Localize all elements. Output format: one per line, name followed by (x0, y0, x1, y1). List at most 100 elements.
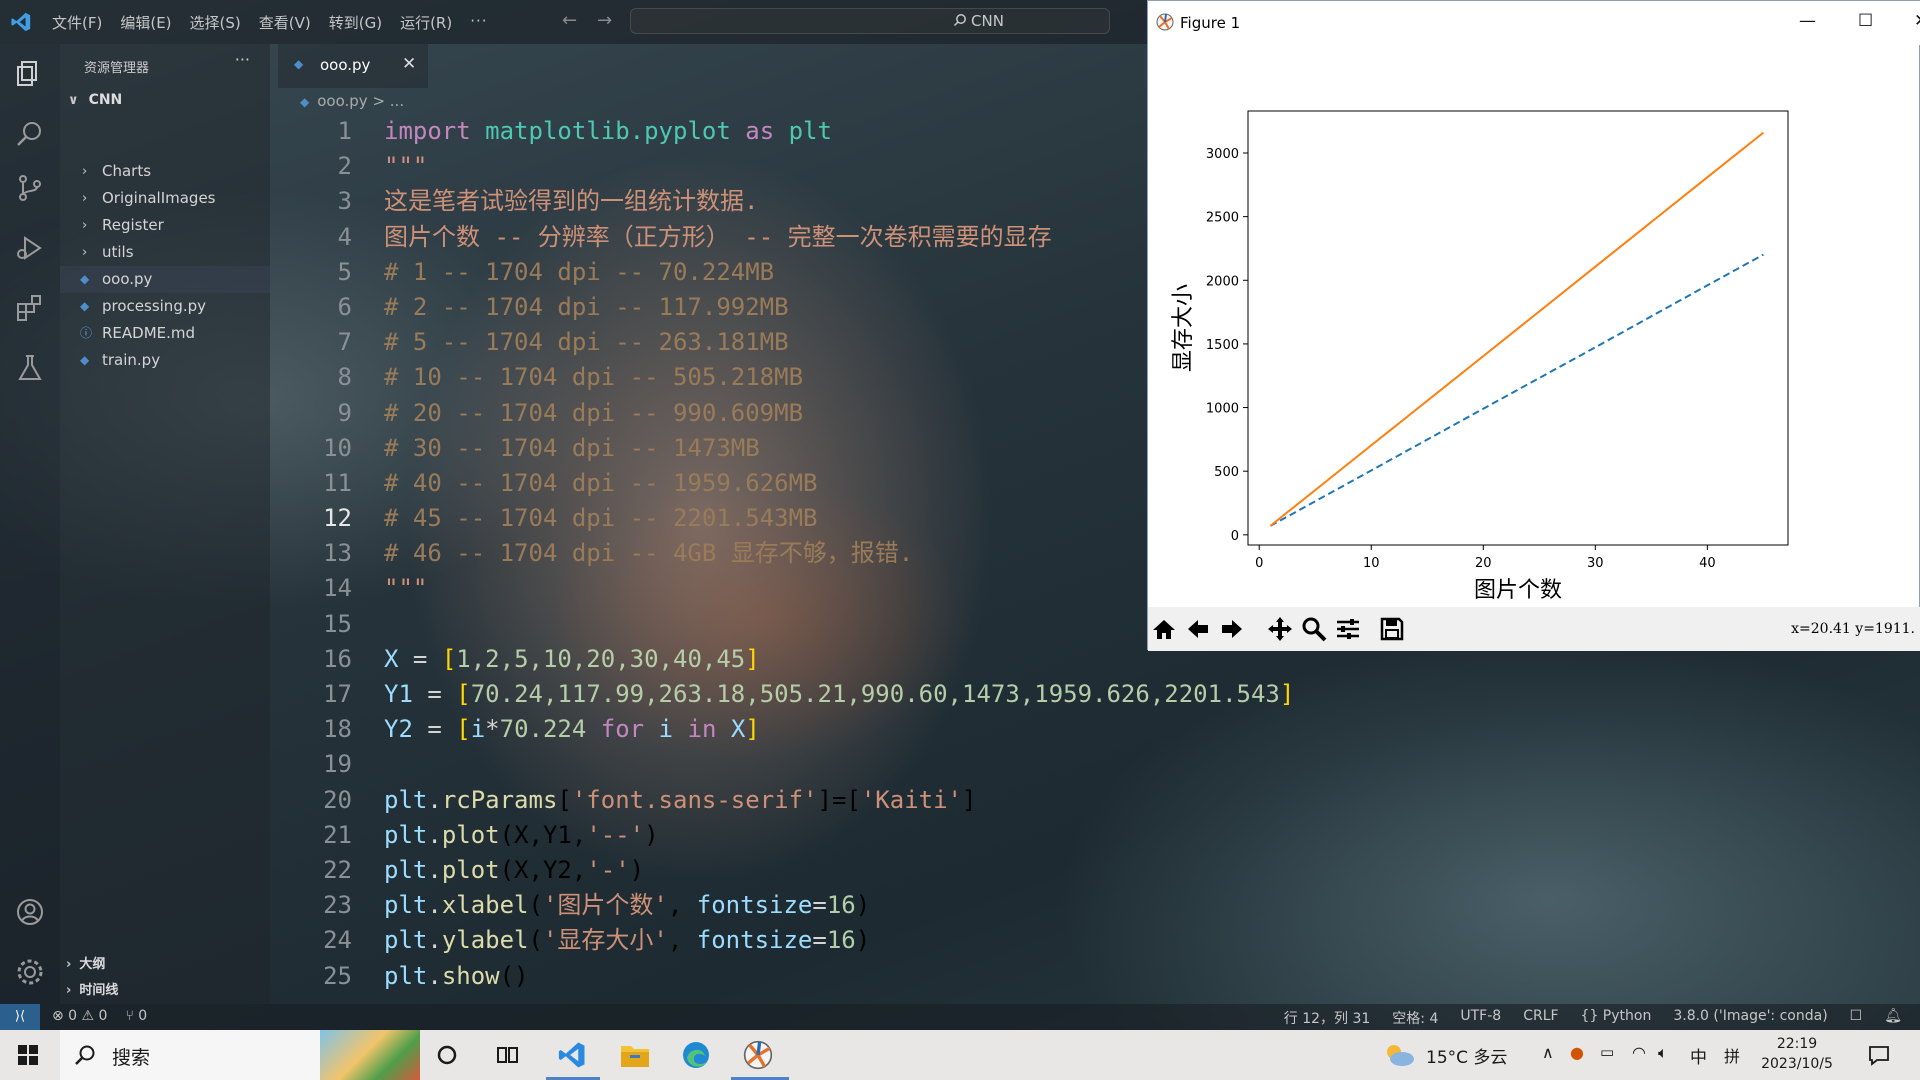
settings-gear-icon[interactable] (14, 956, 46, 988)
line-number: 18 (323, 715, 352, 744)
tree-item-ooo-py[interactable]: ◆ ooo.py (60, 266, 270, 293)
code-text[interactable]: # 30 -- 1704 dpi -- 1473MB (384, 431, 760, 466)
explorer-more-button[interactable]: ··· (235, 50, 250, 69)
vscode-taskbar-icon[interactable] (556, 1040, 588, 1070)
explorer-icon[interactable] (14, 58, 46, 90)
account-icon[interactable] (14, 896, 46, 928)
breadcrumb[interactable]: ◆ ooo.py > ... (300, 92, 404, 110)
task-view-icon[interactable] (497, 1045, 519, 1065)
volume-icon[interactable]: 🔈︎ (1658, 1043, 1668, 1063)
code-text[interactable]: """ (384, 571, 427, 606)
code-text[interactable]: # 1 -- 1704 dpi -- 70.224MB (384, 255, 774, 290)
qq-tray-icon[interactable]: ● (1570, 1043, 1584, 1062)
system-clock[interactable]: 22:19 2023/10/5 (1752, 1034, 1842, 1074)
close-button[interactable]: ✕ (1914, 11, 1920, 31)
code-text[interactable]: # 20 -- 1704 dpi -- 990.609MB (384, 396, 803, 431)
windows-start-icon[interactable] (18, 1045, 38, 1065)
code-text[interactable]: plt.plot(X,Y2,'-') (384, 853, 644, 888)
code-text[interactable]: """ (384, 149, 427, 184)
configure-subplots-icon[interactable] (1334, 615, 1362, 643)
maximize-button[interactable]: ☐ (1858, 11, 1873, 31)
tab-close-icon[interactable]: ✕ (402, 54, 416, 74)
tree-item-processing-py[interactable]: ◆ processing.py (60, 293, 270, 320)
code-text[interactable]: import matplotlib.pyplot as plt (384, 114, 832, 149)
menu-more[interactable]: ··· (470, 12, 487, 33)
menu-file[interactable]: 文件(F) (52, 12, 102, 33)
ime-keyboard-icon[interactable]: 拼 (1724, 1043, 1740, 1067)
tree-item-utils[interactable]: › utils (60, 239, 270, 266)
remote-indicator-icon[interactable]: ⟩⟨ (0, 1004, 40, 1030)
source-control-icon[interactable] (14, 172, 46, 204)
tree-item-originalimages[interactable]: › OriginalImages (60, 185, 270, 212)
cursor-position[interactable]: 行 12，列 31 (1284, 1008, 1371, 1028)
ime-mode-indicator[interactable]: 中 (1690, 1043, 1707, 1068)
workspace-root[interactable]: ∨ CNN (68, 92, 122, 108)
tree-item-charts[interactable]: › Charts (60, 158, 270, 185)
line-ending[interactable]: CRLF (1523, 1008, 1558, 1028)
code-text[interactable]: # 40 -- 1704 dpi -- 1959.626MB (384, 466, 817, 501)
taskbar-search-box[interactable]: 搜索 (60, 1030, 420, 1080)
code-text[interactable]: plt.ylabel('显存大小', fontsize=16) (384, 923, 870, 958)
code-text[interactable]: # 45 -- 1704 dpi -- 2201.543MB (384, 501, 817, 536)
edge-browser-icon[interactable] (681, 1040, 711, 1070)
menu-selection[interactable]: 选择(S) (190, 12, 241, 33)
encoding[interactable]: UTF-8 (1460, 1008, 1501, 1028)
file-explorer-icon[interactable] (620, 1042, 650, 1068)
line-number: 8 (337, 363, 352, 392)
menu-goto[interactable]: 转到(G) (329, 12, 382, 33)
wifi-icon[interactable]: ◠ (1632, 1043, 1646, 1062)
extensions-icon[interactable] (14, 292, 46, 324)
zoom-icon[interactable] (1300, 615, 1328, 643)
code-text[interactable]: plt.show() (384, 959, 529, 994)
breadcrumb-file[interactable]: ooo.py (317, 92, 367, 110)
chevron-up-icon[interactable]: ∧ (1542, 1043, 1554, 1062)
back-arrow-icon[interactable] (1184, 615, 1212, 643)
weather-text[interactable]: 15°C 多云 (1426, 1043, 1507, 1068)
code-text[interactable]: 这是笔者试验得到的一组统计数据. (384, 184, 758, 219)
code-text[interactable]: plt.xlabel('图片个数', fontsize=16) (384, 888, 870, 923)
back-arrow-icon[interactable]: ← (562, 10, 577, 31)
battery-icon[interactable]: ▭ (1600, 1043, 1614, 1061)
code-text[interactable]: plt.rcParams['font.sans-serif']=['Kaiti'… (384, 783, 976, 818)
interpreter[interactable]: 3.8.0 ('Image': conda) (1673, 1008, 1827, 1028)
menu-run[interactable]: 运行(R) (400, 12, 452, 33)
tree-item-readme-md[interactable]: ⓘ README.md (60, 320, 270, 347)
tree-item-train-py[interactable]: ◆ train.py (60, 347, 270, 374)
menu-view[interactable]: 查看(V) (259, 12, 311, 33)
minimize-button[interactable]: — (1799, 11, 1816, 31)
code-text[interactable]: Y2 = [i*70.224 for i in X] (384, 712, 760, 747)
code-text[interactable]: 图片个数 -- 分辨率（正方形） -- 完整一次卷积需要的显存 (384, 220, 1052, 255)
forward-arrow-icon[interactable] (1218, 615, 1246, 643)
run-debug-icon[interactable] (14, 232, 46, 264)
timeline-section[interactable]: › 时间线 (66, 979, 118, 998)
code-text[interactable]: X = [1,2,5,10,20,30,40,45] (384, 642, 760, 677)
code-text[interactable]: # 10 -- 1704 dpi -- 505.218MB (384, 360, 803, 395)
save-icon[interactable] (1378, 615, 1406, 643)
command-center-search[interactable]: CNN (630, 8, 1110, 34)
forward-arrow-icon[interactable]: → (597, 10, 612, 31)
matplotlib-taskbar-icon[interactable] (743, 1040, 773, 1070)
pan-icon[interactable] (1266, 615, 1294, 643)
notifications-bell-icon[interactable]: 🔔︎ (1884, 1008, 1902, 1028)
language-mode[interactable]: {} Python (1581, 1008, 1652, 1028)
line-chart[interactable]: 0 10 20 30 40 0 500 1000 1500 2000 2500 3000 图片个数 显存大… (1148, 45, 1920, 607)
testing-icon[interactable] (14, 352, 46, 384)
menu-edit[interactable]: 编辑(E) (120, 12, 171, 33)
code-text[interactable]: Y1 = [70.24,117.99,263.18,505.21,990.60,… (384, 677, 1294, 712)
feedback-icon[interactable]: ☐ (1850, 1008, 1863, 1028)
search-view-icon[interactable] (14, 118, 46, 150)
home-icon[interactable] (1150, 615, 1178, 643)
problems-indicator[interactable]: ⊗ 0 ⚠ 0 (52, 1008, 107, 1024)
notification-center-icon[interactable] (1868, 1044, 1890, 1066)
tab-ooo-py[interactable]: ◆ ooo.py ✕ (278, 44, 428, 88)
code-text[interactable]: # 2 -- 1704 dpi -- 117.992MB (384, 290, 789, 325)
cortana-icon[interactable] (437, 1045, 457, 1065)
code-text[interactable]: # 5 -- 1704 dpi -- 263.181MB (384, 325, 789, 360)
tree-item-register[interactable]: › Register (60, 212, 270, 239)
code-text[interactable]: # 46 -- 1704 dpi -- 4GB 显存不够，报错. (384, 536, 913, 571)
python-file-icon: ◆ (80, 353, 90, 367)
indentation[interactable]: 空格: 4 (1392, 1008, 1438, 1028)
outline-section[interactable]: › 大纲 (66, 953, 105, 972)
code-text[interactable]: plt.plot(X,Y1,'--') (384, 818, 659, 853)
ports-indicator[interactable]: ⑂ 0 (125, 1008, 147, 1024)
